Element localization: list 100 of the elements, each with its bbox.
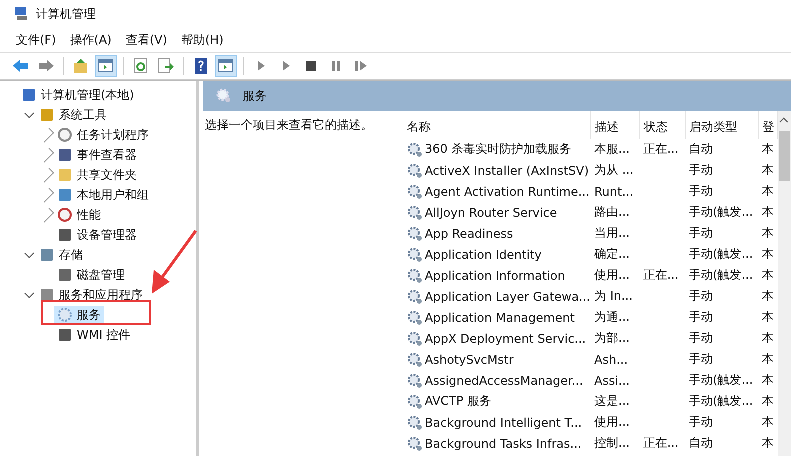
table-cell: 本 <box>762 394 774 408</box>
tree-item[interactable]: 系统工具 <box>36 106 110 124</box>
table-cell[interactable]: Application Information <box>425 268 566 282</box>
gear-icon <box>407 204 423 220</box>
table-cell: 本 <box>762 163 774 177</box>
tree-item[interactable]: 任务计划程序 <box>54 126 152 144</box>
tree-item[interactable]: 计算机管理(本地) <box>18 86 138 104</box>
table-cell: 本 <box>762 226 774 240</box>
panel-title: 服务 <box>243 88 267 104</box>
column-header[interactable]: 状态 <box>639 111 686 139</box>
table-cell: 手动 <box>689 352 714 366</box>
gear-icon <box>407 414 423 430</box>
description-text: 选择一个项目来查看它的描述。 <box>205 118 373 132</box>
column-header[interactable]: 描述 <box>590 111 640 139</box>
table-cell: 正在... <box>643 436 679 450</box>
table-cell[interactable]: Application Layer Gatewa... <box>425 290 590 304</box>
table-cell: 手动(触发... <box>689 247 754 261</box>
table-cell: 正在... <box>643 142 679 156</box>
gear-icon <box>407 394 423 410</box>
table-cell: 这是... <box>594 394 630 408</box>
tree-item[interactable]: 性能 <box>54 206 104 224</box>
column-header[interactable]: 名称 <box>403 111 590 139</box>
forward-arrow-icon <box>37 57 55 75</box>
table-cell[interactable]: Application Management <box>425 310 575 324</box>
gear-icon <box>407 184 423 200</box>
menu-item[interactable]: 文件(F) <box>16 32 56 48</box>
table-cell[interactable]: Background Intelligent T... <box>425 416 582 430</box>
table-cell: 手动 <box>689 331 714 345</box>
item-icon <box>57 327 73 343</box>
item-icon <box>57 127 73 143</box>
table-cell: 自动 <box>689 436 714 450</box>
gear-icon <box>407 162 423 178</box>
table-cell: 为 In... <box>594 289 633 303</box>
item-icon <box>39 287 55 303</box>
table-cell: 正在... <box>643 268 679 282</box>
table-cell[interactable]: AllJoyn Router Service <box>425 206 558 220</box>
pane-icon <box>217 57 235 75</box>
tree-item[interactable]: 本地用户和组 <box>54 186 152 204</box>
tree-item[interactable]: 设备管理器 <box>54 226 140 244</box>
table-cell: 手动 <box>689 163 714 177</box>
table-cell: 本 <box>762 142 774 156</box>
back-arrow-icon <box>12 57 30 75</box>
gear-icon <box>407 226 423 242</box>
table-cell: 手动 <box>689 226 714 240</box>
menu-item[interactable]: 操作(A) <box>70 32 112 48</box>
computer-icon <box>14 6 30 22</box>
tree-button[interactable] <box>95 55 117 77</box>
table-cell: 自动 <box>689 142 714 156</box>
table-cell: 为部... <box>594 331 630 345</box>
table-cell[interactable]: Background Tasks Infras... <box>425 436 582 450</box>
tree-item[interactable]: 存储 <box>36 246 86 264</box>
table-cell[interactable]: AshotySvcMstr <box>425 352 514 366</box>
table-cell: 本 <box>762 352 774 366</box>
table-cell[interactable]: 360 杀毒实时防护加载服务 <box>425 141 572 158</box>
column-header[interactable]: 启动类型 <box>685 111 758 139</box>
tree-item[interactable]: WMI 控件 <box>54 326 134 344</box>
table-cell: 本服... <box>594 142 630 156</box>
menu-item[interactable]: 帮助(H) <box>181 32 224 48</box>
folder-icon <box>72 57 90 75</box>
table-cell: 本 <box>762 373 774 387</box>
table-cell[interactable]: AVCTP 服务 <box>425 393 492 410</box>
gear-icon <box>407 246 423 262</box>
gear-icon <box>407 330 423 346</box>
menu-item[interactable]: 查看(V) <box>126 32 168 48</box>
table-cell: 本 <box>762 268 774 282</box>
table-cell[interactable]: AppX Deployment Servic... <box>425 332 586 346</box>
gear-icon <box>215 87 233 105</box>
export-icon <box>157 57 175 75</box>
gear-icon <box>407 372 423 388</box>
tree-item[interactable]: 服务和应用程序 <box>36 286 146 304</box>
gear-icon <box>407 288 423 304</box>
table-cell: 确定... <box>594 247 630 261</box>
table-cell: 路由... <box>594 205 630 219</box>
table-cell: 手动(触发... <box>689 373 754 387</box>
tree-item[interactable]: 磁盘管理 <box>54 266 128 284</box>
tree-item[interactable]: 共享文件夹 <box>54 166 140 184</box>
table-cell: 本 <box>762 205 774 219</box>
table-cell[interactable]: Agent Activation Runtime... <box>425 184 590 198</box>
table-cell: 手动 <box>689 415 714 429</box>
tree-item[interactable]: 服务 <box>54 306 104 324</box>
item-icon <box>57 187 73 203</box>
gear-icon <box>407 310 423 326</box>
tree-item[interactable]: 事件查看器 <box>54 146 140 164</box>
table-cell[interactable]: App Readiness <box>425 226 514 240</box>
table-cell: 本 <box>762 415 774 429</box>
item-icon <box>39 247 55 263</box>
table-cell: 当用... <box>594 226 630 240</box>
table-cell[interactable]: ActiveX Installer (AxInstSV) <box>425 164 590 178</box>
table-cell[interactable]: Application Identity <box>425 248 542 262</box>
gear-icon <box>407 268 423 284</box>
table-cell: 本 <box>762 436 774 450</box>
gear-icon <box>407 352 423 368</box>
table-cell: 手动 <box>689 289 714 303</box>
action-button[interactable] <box>215 55 237 77</box>
table-cell: 本 <box>762 289 774 303</box>
item-icon <box>39 107 55 123</box>
table-cell: Assi... <box>594 374 630 388</box>
scrollbar[interactable] <box>778 111 791 456</box>
help-icon <box>192 57 210 75</box>
table-cell[interactable]: AssignedAccessManager... <box>425 374 584 388</box>
